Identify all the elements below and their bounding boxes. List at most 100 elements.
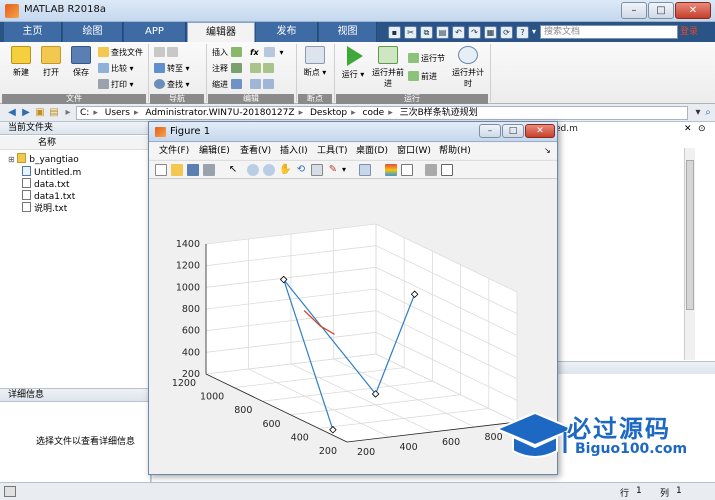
menu-item-view[interactable]: 查看(V) [240,143,271,159]
editor-close-icon[interactable]: ✕ [684,124,692,134]
search-documentation-input[interactable]: 搜索文档 [540,25,678,39]
list-item[interactable]: ⊞ b_yangtiao [8,153,79,165]
list-item[interactable]: data.txt [22,178,70,190]
help-icon[interactable]: ? [516,26,529,39]
edit-tools-icon[interactable]: ▾ [264,46,284,59]
data-cursor-icon[interactable] [311,164,323,176]
brush-dropdown-icon[interactable]: ▾ [342,164,354,176]
forward-icon[interactable]: ▶ [20,107,32,119]
tab-publish[interactable]: 发布 [256,22,318,42]
save-button[interactable]: 保存 [66,44,96,92]
run-and-advance-button[interactable]: 运行并前进 [372,44,404,92]
legend-icon[interactable] [401,164,413,176]
expand-icon[interactable]: ⊞ [8,155,17,164]
undo-quick-icon[interactable]: ↶ [452,26,465,39]
rotate-3d-icon[interactable]: ⟲ [295,164,307,176]
figure-minimize-button[interactable]: – [479,124,501,138]
tab-apps[interactable]: APP [124,22,186,42]
menu-item-insert[interactable]: 插入(I) [280,143,308,159]
new-figure-icon[interactable] [155,164,167,176]
quick-access-dropdown-icon[interactable]: ▾ [530,26,538,39]
find-button[interactable]: 查找 ▾ [154,78,190,91]
open-button[interactable]: 打开 [36,44,66,92]
menu-item-window[interactable]: 窗口(W) [397,143,431,159]
editor-options-icon[interactable]: ⊙ [698,124,706,134]
run-button[interactable]: 运行 ▾ [338,44,368,92]
breadcrumb-segment[interactable]: code [360,107,388,119]
copy-quick-icon[interactable]: ⧉ [420,26,433,39]
tab-home[interactable]: 主页 [4,22,62,42]
tab-plots[interactable]: 绘图 [63,22,123,42]
tab-editor[interactable]: 编辑器 [187,22,255,42]
open-file-icon[interactable] [171,164,183,176]
list-item[interactable]: Untitled.m [22,166,81,178]
save-quick-icon[interactable]: ▪ [388,26,401,39]
menu-item-edit[interactable]: 编辑(E) [199,143,230,159]
indent-buttons[interactable] [250,78,276,91]
menu-item-tools[interactable]: 工具(T) [317,143,348,159]
list-item[interactable]: 说明.txt [22,202,67,214]
chevron-right-icon: ▸ [298,108,304,118]
fx-button[interactable]: fx [250,46,259,59]
save-figure-icon[interactable] [187,164,199,176]
switch-windows-icon[interactable]: ▦ [484,26,497,39]
figure-close-button[interactable]: ✕ [525,124,555,138]
back-forward-buttons[interactable] [154,46,180,59]
menu-item-help[interactable]: 帮助(H) [439,143,471,159]
breadcrumb-segment[interactable]: C: [77,107,92,119]
login-link[interactable]: 登录 [680,25,698,39]
dock-arrow-icon[interactable]: ↘ [544,143,551,159]
run-section-button[interactable]: 运行节 [408,52,445,65]
new-button[interactable]: 新建 [6,44,36,92]
advance-button[interactable]: 前进 [408,70,437,83]
browse-folder-icon[interactable]: ▤ [48,107,60,119]
breadcrumb-segment[interactable]: Administrator.WIN7U-20180127Z [142,107,297,119]
find-files-button[interactable]: 查找文件 [98,46,143,59]
paste-quick-icon[interactable]: ▤ [436,26,449,39]
goto-button[interactable]: 转至 ▾ [154,62,190,75]
back-icon[interactable]: ◀ [6,107,18,119]
up-folder-icon[interactable]: ▣ [34,107,46,119]
colorbar-icon[interactable] [385,164,397,176]
refresh-quick-icon[interactable]: ⟳ [500,26,513,39]
hide-plot-tools-icon[interactable] [425,164,437,176]
minimize-button[interactable]: – [621,2,647,19]
tab-view[interactable]: 视图 [319,22,377,42]
list-item[interactable]: data1.txt [22,190,75,202]
breadcrumb-segment[interactable]: Desktop [307,107,350,119]
menu-item-desktop[interactable]: 桌面(D) [356,143,388,159]
zoom-out-icon[interactable] [263,164,275,176]
run-and-time-button[interactable]: 运行并计时 [452,44,484,92]
figure-title-bar[interactable]: Figure 1 – □ ✕ [149,122,557,142]
link-plot-icon[interactable] [359,164,371,176]
menu-item-file[interactable]: 文件(F) [159,143,189,159]
editor-tab[interactable]: ed.m [555,124,578,134]
comment-button[interactable]: 注释 [212,62,244,75]
brush-icon[interactable]: ✎ [327,164,339,176]
figure-maximize-button[interactable]: □ [502,124,524,138]
scrollbar-thumb[interactable] [686,160,694,310]
pointer-icon[interactable]: ↖ [227,164,239,176]
insert-button[interactable]: 插入 [212,46,244,59]
show-plot-tools-icon[interactable] [441,164,453,176]
print-button[interactable]: 打印 ▾ [98,78,134,91]
cut-quick-icon[interactable]: ✂ [404,26,417,39]
redo-quick-icon[interactable]: ↷ [468,26,481,39]
maximize-button[interactable]: □ [648,2,674,19]
breadcrumb[interactable]: C: ▸ Users ▸ Administrator.WIN7U-20180127Z… [76,106,688,120]
breakpoints-button[interactable]: 断点 ▾ [300,44,330,92]
search-folder-icon[interactable]: ⌕ [702,107,714,119]
zoom-in-icon[interactable] [247,164,259,176]
y-tick-label: 400 [400,442,418,453]
uncomment-buttons[interactable] [250,62,276,75]
indent-button[interactable]: 缩进 [212,78,244,91]
name-column-header[interactable]: 名称 [0,136,150,150]
print-figure-icon[interactable] [203,164,215,176]
close-button[interactable]: ✕ [675,2,711,19]
compare-button[interactable]: 比较 ▾ [98,62,134,75]
editor-scrollbar[interactable] [684,148,695,360]
pan-hand-icon[interactable]: ✋ [279,164,291,176]
breadcrumb-segment[interactable]: Users [102,107,133,119]
breadcrumb-segment[interactable]: 三次B样条轨迹规划 [397,107,481,119]
x-tick-label: 400 [291,432,309,443]
